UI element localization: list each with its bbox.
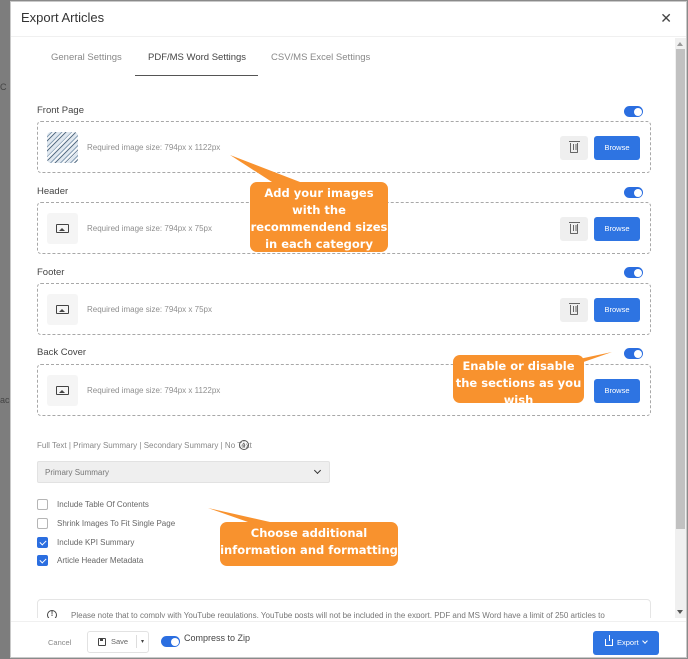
checkbox-label: Article Header Metadata xyxy=(57,556,144,565)
toggle-footer[interactable] xyxy=(624,267,643,278)
toggle-back-cover[interactable] xyxy=(624,348,643,359)
image-size-requirement: Required image size: 794px x 1122px xyxy=(87,386,221,395)
save-button[interactable]: Save xyxy=(88,632,135,652)
compress-zip-label: Compress to Zip xyxy=(184,633,251,643)
active-tab-indicator xyxy=(135,75,258,76)
vertical-scrollbar[interactable] xyxy=(675,38,686,618)
modal-title: Export Articles xyxy=(21,10,105,25)
image-placeholder xyxy=(47,294,78,325)
callout-additional-options: Choose additional information and format… xyxy=(220,522,398,566)
notice-text: Please note that to comply with YouTube … xyxy=(71,611,605,618)
image-icon xyxy=(56,386,69,395)
image-icon xyxy=(56,305,69,314)
export-button[interactable]: Export xyxy=(593,631,659,655)
delete-header-button[interactable] xyxy=(560,217,588,241)
section-label-footer: Footer xyxy=(37,267,65,278)
image-placeholder xyxy=(47,375,78,406)
background-fragment: ac xyxy=(0,395,10,405)
scroll-down-arrow[interactable] xyxy=(677,610,683,614)
text-mode-selected-value: Primary Summary xyxy=(45,468,110,477)
checkbox-label: Include KPI Summary xyxy=(57,538,135,547)
youtube-notice: ! Please note that to comply with YouTub… xyxy=(37,599,651,618)
cancel-button[interactable]: Cancel xyxy=(48,638,71,647)
delete-front-page-button[interactable] xyxy=(560,136,588,160)
dropzone-footer[interactable]: Required image size: 794px x 75px Browse xyxy=(37,283,651,335)
trash-icon xyxy=(568,141,580,153)
section-label-back-cover: Back Cover xyxy=(37,347,87,358)
section-label-header: Header xyxy=(37,186,69,197)
checkbox-box[interactable] xyxy=(37,499,48,510)
save-icon xyxy=(98,638,106,646)
image-placeholder xyxy=(47,213,78,244)
image-size-requirement: Required image size: 794px x 75px xyxy=(87,224,212,233)
scrollbar-thumb[interactable] xyxy=(676,49,685,529)
export-label: Export xyxy=(617,638,639,647)
browse-footer-button[interactable]: Browse xyxy=(594,298,640,322)
info-icon[interactable]: i xyxy=(239,440,249,450)
text-options-label: Full Text | Primary Summary | Secondary … xyxy=(37,441,252,450)
modal-header: Export Articles ✕ xyxy=(11,2,686,37)
trash-icon xyxy=(568,222,580,234)
trash-icon xyxy=(568,303,580,315)
tab-general-settings[interactable]: General Settings xyxy=(51,52,122,63)
image-size-requirement: Required image size: 794px x 75px xyxy=(87,305,212,314)
alert-circle-icon: ! xyxy=(47,610,57,618)
save-label: Save xyxy=(111,637,129,646)
image-icon xyxy=(56,224,69,233)
checkbox-label: Include Table Of Contents xyxy=(57,500,149,509)
callout-add-images: Add your images with the recommendend si… xyxy=(250,182,388,252)
callout-enable-sections: Enable or disable the sections as you wi… xyxy=(453,355,584,407)
background-app: C ac xyxy=(0,0,10,659)
delete-footer-button[interactable] xyxy=(560,298,588,322)
browse-front-page-button[interactable]: Browse xyxy=(594,136,640,160)
chevron-down-icon xyxy=(642,638,648,644)
divider xyxy=(136,635,137,648)
compress-zip-toggle[interactable] xyxy=(161,636,180,647)
chevron-down-icon xyxy=(313,466,322,475)
close-icon[interactable]: ✕ xyxy=(660,11,672,25)
image-size-requirement: Required image size: 794px x 1122px xyxy=(87,143,221,152)
dropzone-front-page[interactable]: Required image size: 794px x 1122px Brow… xyxy=(37,121,651,173)
checkbox-box[interactable] xyxy=(37,555,48,566)
scroll-up-arrow[interactable] xyxy=(677,42,683,46)
export-icon xyxy=(605,635,613,646)
tab-bar: General Settings PDF/MS Word Settings CS… xyxy=(11,38,675,78)
save-split-button: Save ▾ xyxy=(87,631,149,653)
tab-pdf-word-settings[interactable]: PDF/MS Word Settings xyxy=(148,52,246,63)
checkbox-label: Shrink Images To Fit Single Page xyxy=(57,519,176,528)
modal-footer: Cancel Save ▾ Compress to Zip Export xyxy=(11,621,686,657)
tab-csv-excel-settings[interactable]: CSV/MS Excel Settings xyxy=(271,52,370,63)
checkbox-box[interactable] xyxy=(37,518,48,529)
browse-header-button[interactable]: Browse xyxy=(594,217,640,241)
text-mode-select[interactable]: Primary Summary xyxy=(37,461,330,483)
browse-back-cover-button[interactable]: Browse xyxy=(594,379,640,403)
front-page-image-thumbnail xyxy=(47,132,78,163)
toggle-header[interactable] xyxy=(624,187,643,198)
section-label-front-page: Front Page xyxy=(37,105,84,116)
save-dropdown-caret-icon[interactable]: ▾ xyxy=(141,638,144,645)
checkbox-box[interactable] xyxy=(37,537,48,548)
toggle-front-page[interactable] xyxy=(624,106,643,117)
background-fragment: C xyxy=(0,82,7,92)
